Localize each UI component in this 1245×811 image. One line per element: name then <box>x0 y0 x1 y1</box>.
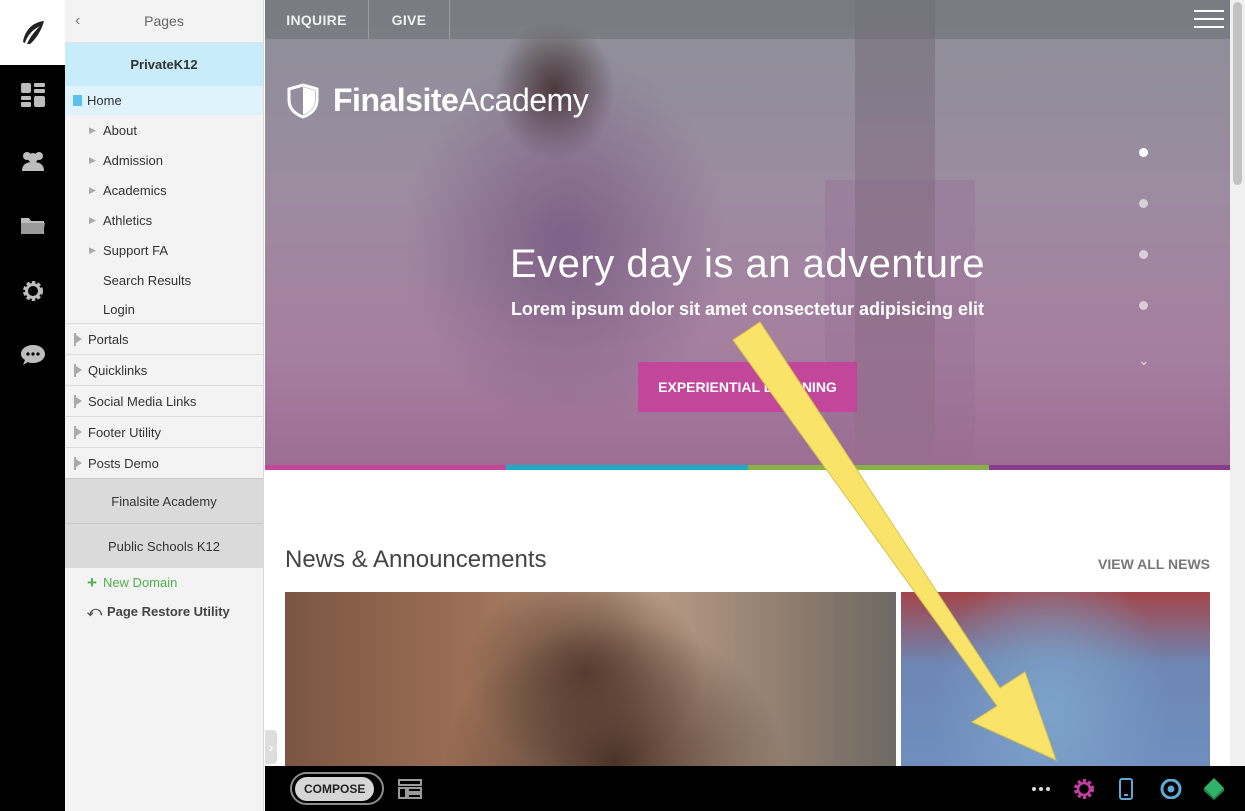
hero-subtitle: Lorem ipsum dolor sit amet consectetur a… <box>510 299 985 319</box>
bottom-toolbar: COMPOSE <box>265 766 1245 811</box>
domain-public-schools-k12[interactable]: Public Schools K12 <box>65 523 263 568</box>
logo-bold-text: Finalsite <box>333 82 459 118</box>
compose-label: COMPOSE <box>295 776 375 801</box>
view-all-news-link[interactable]: VIEW ALL NEWS <box>1098 556 1210 572</box>
root-item-posts-demo[interactable]: Posts Demo <box>65 447 263 478</box>
nav-give[interactable]: GIVE <box>369 0 450 39</box>
undo-icon: ⤺ <box>87 603 102 619</box>
new-domain-label: New Domain <box>102 575 178 590</box>
logo-light-text: Academy <box>458 82 589 118</box>
mobile-preview-icon[interactable] <box>1117 775 1135 802</box>
expand-icon[interactable]: ▶ <box>89 245 97 256</box>
page-restore-label: Page Restore Utility <box>106 604 230 619</box>
preview-eye-icon[interactable] <box>1158 775 1184 802</box>
tree-item-label: Admission <box>103 152 163 168</box>
root-item-quicklinks[interactable]: Quicklinks <box>65 354 263 385</box>
root-page-icon <box>74 363 82 377</box>
tree-item-login[interactable]: Login <box>65 295 263 323</box>
tree-item-academics[interactable]: ▶ Academics <box>65 175 263 205</box>
scrollbar-thumb[interactable] <box>1233 2 1242 185</box>
dashboard-icon[interactable] <box>0 70 65 120</box>
stripe-green <box>747 465 989 470</box>
shield-icon <box>287 82 319 119</box>
expand-icon[interactable]: ▶ <box>89 125 97 136</box>
more-options-icon[interactable] <box>1031 775 1051 802</box>
site-preview: INQUIRE GIVE FinalsiteAcademy ⌄ Every da… <box>265 0 1230 766</box>
slide-dot[interactable] <box>1139 148 1148 157</box>
stripe-magenta <box>265 465 507 470</box>
tree-item-home[interactable]: Home <box>65 86 263 115</box>
pages-title: Pages <box>144 13 184 29</box>
feather-logo-icon[interactable] <box>0 0 65 65</box>
root-item-social-media-links[interactable]: Social Media Links <box>65 385 263 416</box>
root-item-portals[interactable]: Portals <box>65 323 263 354</box>
tree-item-admission[interactable]: ▶ Admission <box>65 145 263 175</box>
tree-item-label: Support FA <box>103 242 169 258</box>
vertical-scrollbar[interactable] <box>1230 0 1245 766</box>
layout-icon[interactable] <box>398 775 422 802</box>
tree-item-support-fa[interactable]: ▶ Support FA <box>65 235 263 265</box>
page-icon <box>73 95 82 106</box>
root-item-label: Footer Utility <box>88 424 161 440</box>
slide-dot[interactable] <box>1139 199 1148 208</box>
chevron-down-icon[interactable]: ⌄ <box>1138 352 1150 369</box>
news-heading: News & Announcements <box>285 546 547 573</box>
root-page-icon <box>74 425 82 439</box>
hamburger-menu-icon[interactable] <box>1194 10 1224 29</box>
expand-panel-tab[interactable]: › <box>265 730 277 764</box>
root-page-icon <box>74 456 82 470</box>
expand-icon[interactable]: ▶ <box>89 215 97 226</box>
hero-title: Every day is an adventure <box>510 242 985 286</box>
expand-icon[interactable]: ▶ <box>89 185 97 196</box>
pages-panel: ‹ Pages PrivateK12 Home ▶ About ▶ Admiss… <box>65 0 264 811</box>
left-rail <box>0 0 65 811</box>
root-item-label: Social Media Links <box>88 393 197 409</box>
site-logo[interactable]: FinalsiteAcademy <box>287 82 589 119</box>
tree-item-label: Academics <box>103 182 167 198</box>
domain-privatek12[interactable]: PrivateK12 <box>65 43 263 86</box>
page-restore-link[interactable]: ⤺ Page Restore Utility <box>65 597 263 626</box>
tree-item-about[interactable]: ▶ About <box>65 115 263 145</box>
users-icon[interactable] <box>0 136 65 186</box>
hero-background-shape <box>855 0 935 466</box>
expand-icon[interactable]: ▶ <box>89 155 97 166</box>
news-photo[interactable] <box>285 592 896 766</box>
tree-item-label: Login <box>103 301 135 317</box>
nav-inquire[interactable]: INQUIRE <box>265 0 369 39</box>
collapse-panel-icon[interactable]: ‹ <box>75 12 80 30</box>
stripe-purple <box>988 465 1230 470</box>
publish-layers-icon[interactable] <box>1201 775 1227 802</box>
new-domain-link[interactable]: + New Domain <box>65 568 263 597</box>
news-photo[interactable] <box>901 592 1210 766</box>
chat-icon[interactable] <box>0 330 65 380</box>
site-top-nav: INQUIRE GIVE <box>265 0 1230 39</box>
root-page-icon <box>74 332 82 346</box>
root-page-icon <box>74 394 82 408</box>
color-stripes <box>265 465 1230 470</box>
page-settings-icon[interactable] <box>1071 775 1097 802</box>
tree-item-label: About <box>103 122 137 138</box>
tree-item-label: Home <box>87 93 122 108</box>
stripe-teal <box>506 465 748 470</box>
pages-header: ‹ Pages <box>65 0 263 43</box>
settings-icon[interactable] <box>0 266 65 316</box>
tree-item-search-results[interactable]: Search Results <box>65 265 263 295</box>
root-item-label: Posts Demo <box>88 455 159 471</box>
compose-toggle[interactable]: COMPOSE <box>290 772 384 805</box>
folder-icon[interactable] <box>0 200 65 250</box>
tree-item-label: Athletics <box>103 212 153 228</box>
tree-item-label: Search Results <box>103 272 192 288</box>
root-item-label: Quicklinks <box>88 362 148 378</box>
tree-item-athletics[interactable]: ▶ Athletics <box>65 205 263 235</box>
experiential-learning-button[interactable]: EXPERIENTIAL LEARNING <box>638 362 857 412</box>
domain-finalsite-academy[interactable]: Finalsite Academy <box>65 478 263 523</box>
root-item-label: Portals <box>88 331 129 347</box>
root-item-footer-utility[interactable]: Footer Utility <box>65 416 263 447</box>
plus-icon: + <box>87 572 97 592</box>
